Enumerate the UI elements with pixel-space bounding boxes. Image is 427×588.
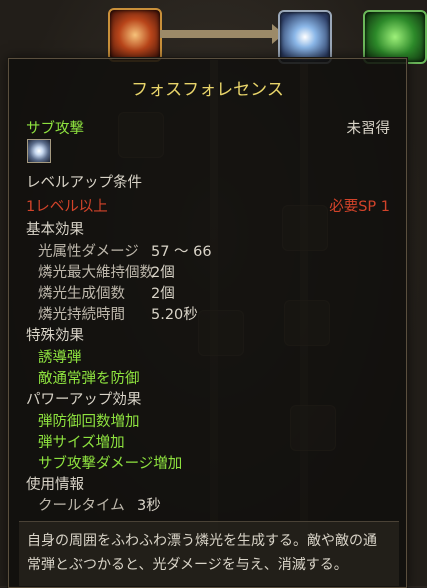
skill-description: 自身の周囲をふわふわ漂う燐光を生成する。敵や敵の通 常弾とぶつかると、光ダメージ… xyxy=(19,521,399,586)
skill-type: サブ攻撃 xyxy=(26,121,84,137)
skill-node-light[interactable] xyxy=(278,10,332,64)
basic-effect-header: 基本効果 xyxy=(26,222,84,238)
skill-title: フォスフォレセンス xyxy=(131,80,284,100)
stat-label: 燐光持続時間 xyxy=(38,307,125,323)
stat-value: 57 ～ 66 xyxy=(151,244,212,260)
powerup-item: 弾サイズ増加 xyxy=(38,435,125,451)
special-effect-item: 誘導弾 xyxy=(38,350,82,366)
stat-label: 燐光生成個数 xyxy=(38,286,125,302)
skill-node-fire[interactable] xyxy=(108,8,162,62)
powerup-item: 弾防御回数増加 xyxy=(38,414,140,430)
usage-header: 使用情報 xyxy=(26,477,84,493)
skill-node-wind[interactable] xyxy=(363,10,427,64)
levelup-requirement: 1レベル以上 xyxy=(26,199,108,215)
powerup-item: サブ攻撃ダメージ増加 xyxy=(38,456,183,472)
tree-arrow xyxy=(160,24,284,44)
cooldown-label: クールタイム xyxy=(38,498,125,514)
cooldown-value: 3秒 xyxy=(137,498,161,514)
sp-requirement: 必要SP 1 xyxy=(329,199,390,215)
description-line: 自身の周囲をふわふわ漂う燐光を生成する。敵や敵の通 xyxy=(27,533,377,549)
stat-value: 2個 xyxy=(151,265,175,281)
skill-tooltip: フォスフォレセンス サブ攻撃 未習得 レベルアップ条件 1レベル以上 必要SP … xyxy=(8,58,407,588)
sparkle-icon xyxy=(27,139,51,163)
levelup-header: レベルアップ条件 xyxy=(26,175,142,191)
learn-status: 未習得 xyxy=(346,121,391,137)
stat-value: 2個 xyxy=(151,286,175,302)
stat-label: 燐光最大維持個数 xyxy=(38,265,154,281)
special-effect-item: 敵通常弾を防御 xyxy=(38,371,140,387)
stat-value: 5.20秒 xyxy=(151,307,198,323)
stat-label: 光属性ダメージ xyxy=(38,244,139,260)
powerup-header: パワーアップ効果 xyxy=(26,392,142,408)
description-line: 常弾とぶつかると、光ダメージを与え、消滅する。 xyxy=(27,557,348,573)
special-effect-header: 特殊効果 xyxy=(26,328,84,344)
